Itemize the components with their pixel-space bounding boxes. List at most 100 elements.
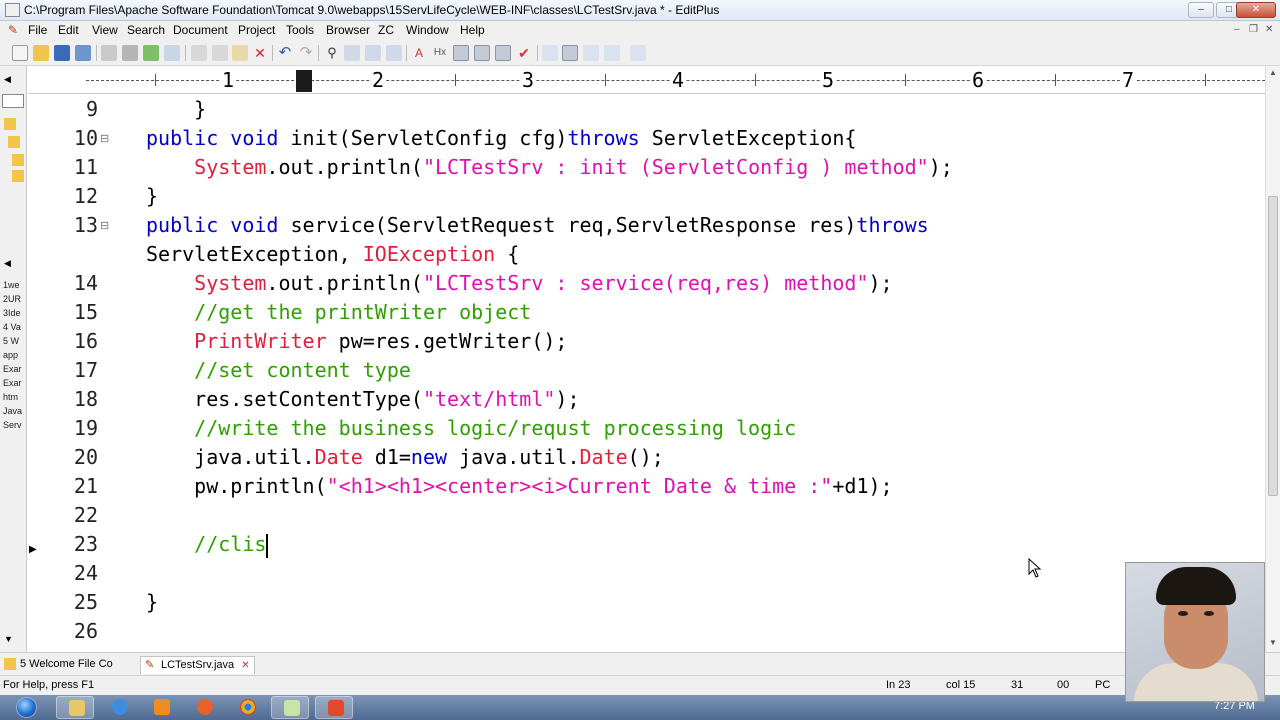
cliptext-item[interactable]: htm — [3, 390, 25, 404]
output-window-icon[interactable] — [604, 45, 620, 61]
code-line[interactable]: //set content type — [146, 356, 411, 385]
minimize-button[interactable]: – — [1188, 2, 1214, 18]
folder-icon[interactable] — [12, 170, 24, 182]
menu-browser[interactable]: Browser — [326, 23, 370, 37]
code-line[interactable]: public void init(ServletConfig cfg)throw… — [146, 124, 856, 153]
cliptext-item[interactable]: Exar — [3, 376, 25, 390]
code-line[interactable]: ServletException, IOException { — [146, 240, 519, 269]
taskbar-cmd[interactable] — [271, 696, 309, 719]
cliptext-icon[interactable] — [583, 45, 599, 61]
spell-check-icon[interactable] — [143, 45, 159, 61]
taskbar-media[interactable] — [142, 696, 180, 719]
menu-zc[interactable]: ZC — [378, 23, 394, 37]
code-line[interactable]: public void service(ServletRequest req,S… — [146, 211, 929, 240]
menu-document[interactable]: Document — [173, 23, 228, 37]
scroll-thumb[interactable] — [1268, 196, 1278, 496]
taskbar-chrome[interactable] — [228, 696, 266, 719]
tab-close-icon[interactable]: ✕ — [241, 658, 249, 674]
code-line[interactable]: res.setContentType("text/html"); — [146, 385, 579, 414]
start-button[interactable] — [8, 695, 42, 720]
menu-window[interactable]: Window — [406, 23, 449, 37]
open-folder-icon[interactable] — [33, 45, 49, 61]
folder-icon[interactable] — [8, 136, 20, 148]
vertical-scrollbar[interactable]: ▲ ▼ — [1265, 66, 1280, 652]
code-line[interactable]: } — [146, 182, 158, 211]
menu-project[interactable]: Project — [238, 23, 275, 37]
tab-welcome-file[interactable]: 5 Welcome File Co — [0, 656, 117, 674]
mdi-minimize-icon[interactable]: – — [1234, 24, 1240, 35]
print-icon[interactable] — [122, 45, 138, 61]
save-icon[interactable] — [54, 45, 70, 61]
tab-lctestsrv[interactable]: ✎ LCTestSrv.java ✕ — [140, 656, 255, 674]
find-icon[interactable]: ⚲ — [324, 45, 340, 61]
taskbar-editplus[interactable] — [315, 696, 353, 719]
menu-search[interactable]: Search — [127, 23, 165, 37]
replace-icon[interactable] — [344, 45, 360, 61]
close-button[interactable]: ✕ — [1236, 2, 1276, 18]
hex-view-icon[interactable]: Hx — [432, 45, 448, 61]
code-line[interactable]: } — [146, 588, 158, 617]
cliptext-item[interactable]: Exar — [3, 362, 25, 376]
cliptext-item[interactable]: app — [3, 348, 25, 362]
goto-line-icon[interactable] — [386, 45, 402, 61]
refresh-icon[interactable] — [164, 45, 180, 61]
code-line[interactable]: PrintWriter pw=res.getWriter(); — [146, 327, 567, 356]
cliptext-toggle-icon[interactable]: ◀ — [4, 258, 11, 269]
font-icon[interactable]: A — [411, 45, 427, 61]
undo-icon[interactable]: ↶ — [277, 45, 293, 61]
code-editor[interactable]: ▶ 9 } 10 ⊟ public void init(ServletConfig c… — [28, 94, 1265, 650]
print-preview-icon[interactable] — [101, 45, 117, 61]
ruler-icon[interactable] — [495, 45, 511, 61]
cliptext-item[interactable]: 1we — [3, 278, 25, 292]
taskbar-explorer[interactable] — [56, 696, 94, 719]
drive-selector[interactable] — [2, 94, 24, 108]
line-number-icon[interactable] — [474, 45, 490, 61]
sidebar-scroll-down-icon[interactable]: ▼ — [4, 634, 13, 644]
taskbar-firefox[interactable] — [185, 696, 223, 719]
cliptext-item[interactable]: 4 Va — [3, 320, 25, 334]
menu-help[interactable]: Help — [460, 23, 485, 37]
code-line[interactable]: //get the printWriter object — [146, 298, 531, 327]
code-line[interactable]: //write the business logic/requst proces… — [146, 414, 796, 443]
redo-icon[interactable]: ↷ — [298, 45, 314, 61]
help-icon[interactable] — [630, 45, 646, 61]
menu-file[interactable]: File — [28, 23, 47, 37]
cliptext-item[interactable]: 3Ide — [3, 306, 25, 320]
cut-icon[interactable] — [191, 45, 207, 61]
scroll-up-icon[interactable]: ▲ — [1268, 68, 1278, 78]
cliptext-item[interactable]: 2UR — [3, 292, 25, 306]
browser-preview-icon[interactable] — [542, 45, 558, 61]
new-file-icon[interactable] — [12, 45, 28, 61]
save-all-icon[interactable] — [75, 45, 91, 61]
mdi-close-icon[interactable]: ✕ — [1265, 24, 1273, 35]
code-line[interactable]: pw.println("<h1><h1><center><i>Current D… — [146, 472, 892, 501]
fold-toggle-icon[interactable]: ⊟ — [100, 219, 109, 232]
paste-icon[interactable] — [232, 45, 248, 61]
delete-icon[interactable]: ✕ — [252, 45, 268, 61]
taskbar-ie[interactable] — [100, 696, 138, 719]
menu-tools[interactable]: Tools — [286, 23, 314, 37]
word-wrap-icon[interactable] — [453, 45, 469, 61]
directory-window-icon[interactable] — [562, 45, 578, 61]
menu-edit[interactable]: Edit — [58, 23, 79, 37]
presenter-hair — [1156, 567, 1236, 605]
cliptext-item[interactable]: Serv — [3, 418, 25, 432]
code-line[interactable]: } — [146, 95, 206, 124]
code-line[interactable]: //clis — [146, 530, 269, 559]
folder-icon[interactable] — [12, 154, 24, 166]
code-line[interactable]: System.out.println("LCTestSrv : service(… — [146, 269, 892, 298]
fold-toggle-icon[interactable]: ⊟ — [100, 132, 109, 145]
check-mark-icon[interactable]: ✔ — [516, 45, 532, 61]
menu-view[interactable]: View — [92, 23, 118, 37]
code-line[interactable]: java.util.Date d1=new java.util.Date(); — [146, 443, 664, 472]
cliptext-item[interactable]: 5 W — [3, 334, 25, 348]
scroll-down-icon[interactable]: ▼ — [1268, 638, 1278, 648]
folder-icon[interactable] — [4, 118, 16, 130]
editplus-app-icon[interactable] — [5, 3, 20, 17]
find-in-files-icon[interactable] — [365, 45, 381, 61]
sidebar-collapse-icon[interactable]: ◀ — [4, 74, 11, 85]
code-line[interactable]: System.out.println("LCTestSrv : init (Se… — [146, 153, 953, 182]
copy-icon[interactable] — [212, 45, 228, 61]
mdi-restore-icon[interactable]: ❐ — [1249, 24, 1258, 35]
cliptext-item[interactable]: Java — [3, 404, 25, 418]
